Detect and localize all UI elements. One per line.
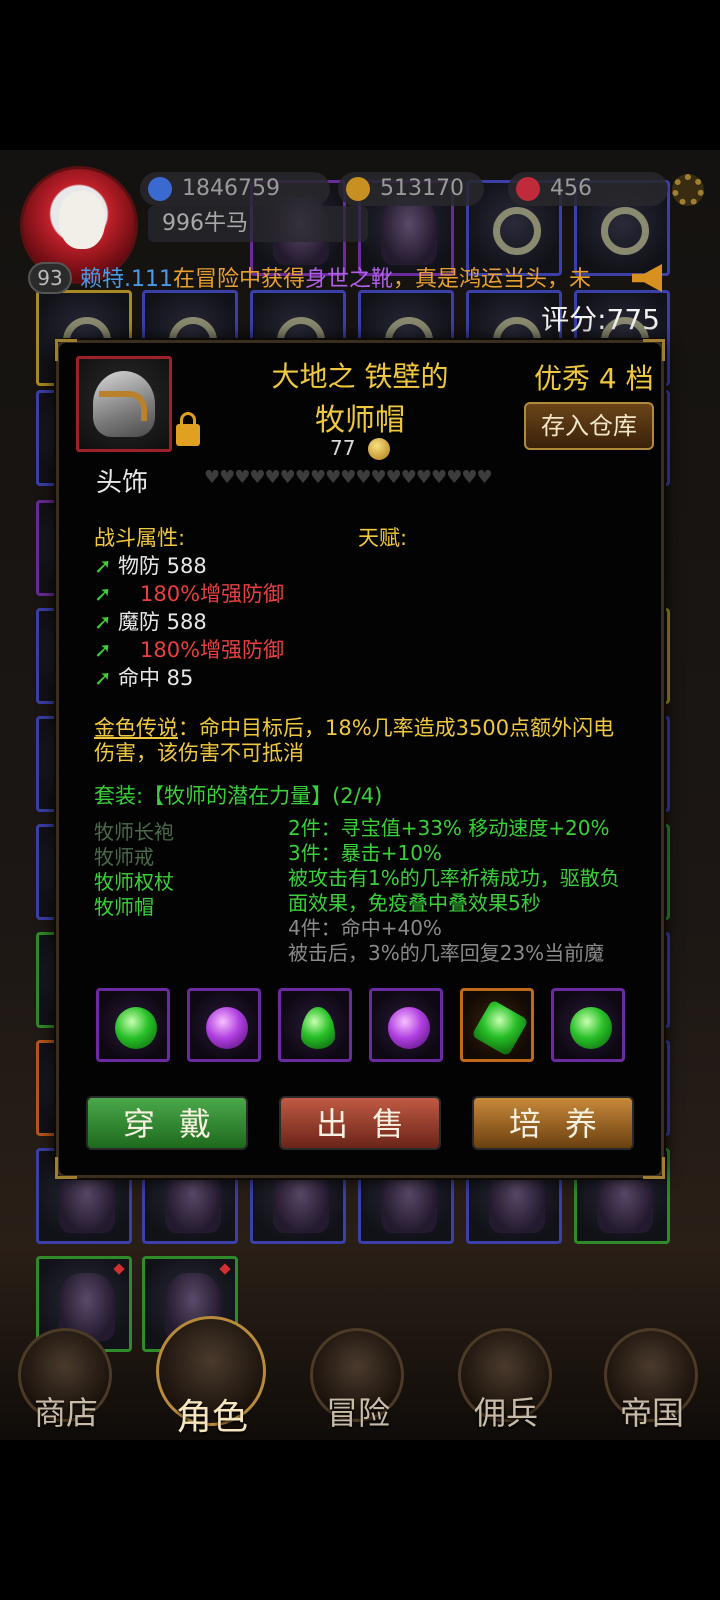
store-to-warehouse-button[interactable]: 存入仓库 [524, 402, 654, 450]
stat-text: 180%增强防御 [140, 582, 285, 606]
item-name: 牧师帽 [315, 403, 405, 438]
panel-corner [643, 1157, 665, 1179]
up-arrow-icon: ➚ [94, 638, 112, 662]
lock-icon[interactable] [176, 412, 200, 446]
announcement-ticker: 赖特.111在冒险中获得身世之靴，真是鸿运当头，未 [80, 264, 660, 296]
nav-label: 商店 [33, 1394, 98, 1432]
gem-slot[interactable] [278, 988, 352, 1062]
legendary-label: 金色传说 [94, 716, 178, 740]
set-title: 套装:【牧师的潜在力量】(2/4) [94, 784, 383, 808]
stat-row: ➚ 命中 85 [94, 662, 193, 692]
set-piece: 牧师帽 [94, 895, 154, 919]
settings-gear-icon[interactable] [672, 174, 704, 206]
green-drop-gem-icon [301, 1007, 335, 1049]
green-gem-icon [115, 1007, 157, 1049]
stat-text: 命中 85 [118, 666, 194, 690]
score: 评分:775 [541, 303, 660, 336]
currency-gold: 513170 [338, 172, 484, 206]
gem-slot[interactable] [369, 988, 443, 1062]
set-bonus: 2件：寻宝值+33% 移动速度+20% [288, 816, 610, 840]
nav-adventure[interactable]: 冒险 [308, 1328, 408, 1440]
set-bonus: 4件：命中+40% [288, 916, 442, 940]
stat-text: 魔防 588 [118, 610, 207, 634]
panel-corner [55, 1157, 77, 1179]
ticker-item: 身世之靴 [305, 267, 394, 292]
nav-character[interactable]: 角色 [156, 1316, 266, 1440]
ticker-player: 赖特.111 [80, 267, 173, 292]
sell-button[interactable]: 出售 [279, 1096, 441, 1150]
up-arrow-icon: ➚ [94, 554, 112, 578]
stat-text: 180%增强防御 [140, 638, 285, 662]
stat-text: 物防 588 [118, 554, 207, 578]
item-name-prefix: 大地之 铁壁的 [271, 360, 449, 393]
set-bonus: 被攻击有1%的几率祈祷成功，驱散负面效果，免疫叠中叠效果5秒 [288, 866, 620, 915]
stat-row: ➚ 魔防 588 [94, 606, 207, 636]
item-slot-type: 头饰 [96, 468, 149, 498]
train-button[interactable]: 培养 [472, 1096, 634, 1150]
nav-label: 冒险 [325, 1394, 390, 1432]
red-gem-icon [516, 177, 540, 201]
avatar-face [59, 191, 105, 249]
item-grade: 优秀 4 档 [534, 362, 654, 395]
combat-attributes-label: 战斗属性: [94, 526, 186, 550]
purple-gem-icon [388, 1007, 430, 1049]
blue-gem-icon [148, 177, 172, 201]
nav-label: 角色 [175, 1397, 248, 1438]
nav-empire[interactable]: 帝国 [602, 1328, 702, 1440]
panel-corner [55, 339, 77, 361]
talent-label: 天赋: [358, 526, 408, 550]
nav-mercenary[interactable]: 佣兵 [456, 1328, 556, 1440]
gem-slot[interactable] [460, 988, 534, 1062]
item-icon-frame [76, 356, 172, 452]
nav-label: 佣兵 [473, 1394, 538, 1432]
ticker-text: ，真是鸿运当头，未 [393, 267, 592, 292]
up-arrow-icon: ➚ [94, 582, 112, 606]
green-gem-icon [570, 1007, 612, 1049]
nav-label: 帝国 [619, 1394, 684, 1432]
currency-value: 513170 [380, 176, 464, 201]
currency-value: 1846759 [182, 176, 280, 201]
up-arrow-icon: ➚ [94, 666, 112, 690]
gem-slot[interactable] [96, 988, 170, 1062]
gem-slot[interactable] [551, 988, 625, 1062]
nav-shop[interactable]: 商店 [16, 1328, 116, 1440]
gold-coin-icon [368, 438, 390, 460]
stat-row: ➚ 180%增强防御 [94, 634, 284, 664]
gem-slot[interactable] [187, 988, 261, 1062]
ticker-text: 在冒险中获得 [173, 267, 306, 292]
item-price: 77 [330, 436, 356, 460]
set-bonus: 被击后，3%的几率回复23%当前魔 [288, 941, 605, 965]
stat-row: ➚ 180%增强防御 [94, 578, 284, 608]
currency-blue-gem: 1846759 [140, 172, 330, 206]
helmet-visor [99, 391, 147, 421]
player-name: 996牛马 [148, 206, 368, 242]
currency-red-gem: 456 [508, 172, 668, 206]
stat-row: ➚ 物防 588 [94, 550, 207, 580]
equip-button[interactable]: 穿戴 [86, 1096, 248, 1150]
set-bonus: 3件：暴击+10% [288, 841, 442, 865]
purple-gem-icon [206, 1007, 248, 1049]
hearts-icon: ♥♥♥♥♥♥♥♥♥♥♥♥♥♥♥♥♥♥♥ [204, 467, 493, 488]
up-arrow-icon: ➚ [94, 610, 112, 634]
green-hex-gem-icon [471, 999, 529, 1057]
legendary-effect: 金色传说：命中目标后，18%几率造成3500点额外闪电伤害，该伤害不可抵消 [94, 716, 634, 766]
gold-coin-icon [346, 177, 370, 201]
level-badge: 93 [28, 262, 72, 294]
currency-value: 456 [550, 176, 592, 201]
